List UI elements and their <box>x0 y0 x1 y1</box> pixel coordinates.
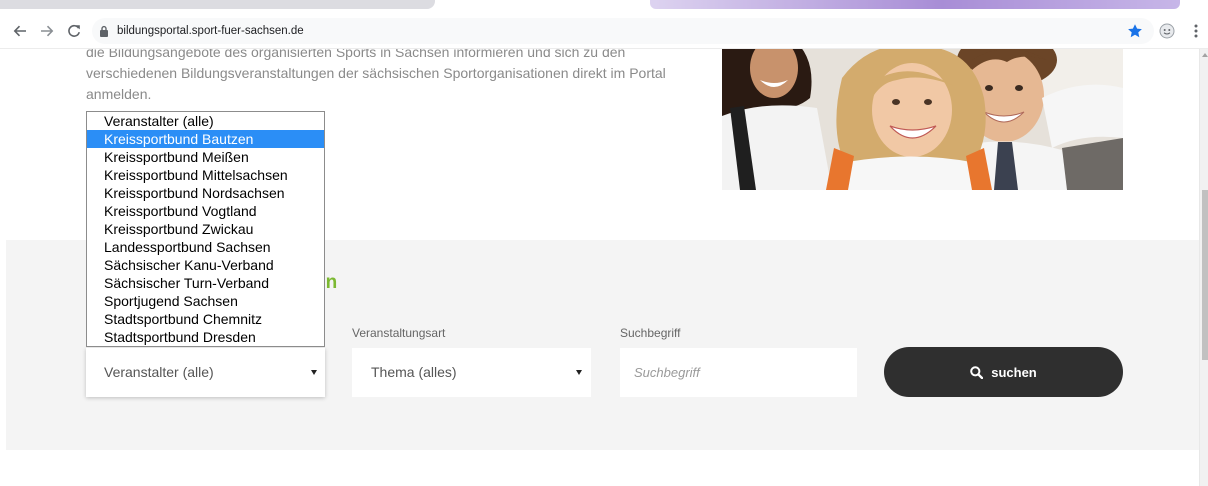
url-text[interactable]: bildungsportal.sport-fuer-sachsen.de <box>117 18 304 44</box>
more-vert-icon <box>1194 24 1198 38</box>
dropdown-option[interactable]: Stadtsportbund Chemnitz <box>87 310 324 328</box>
dropdown-option[interactable]: Kreissportbund Vogtland <box>87 202 324 220</box>
search-button[interactable]: suchen <box>884 347 1123 397</box>
extension-button[interactable] <box>1155 19 1179 43</box>
browser-toolbar: bildungsportal.sport-fuer-sachsen.de <box>0 14 1208 49</box>
page-scrollbar[interactable] <box>1199 49 1208 486</box>
chevron-down-icon <box>311 370 317 375</box>
event-type-select[interactable]: Thema (alles) <box>352 348 591 397</box>
chevron-down-icon <box>576 370 582 375</box>
dropdown-option[interactable]: Sportjugend Sachsen <box>87 292 324 310</box>
organizer-select-value: Veranstalter (alle) <box>104 364 214 380</box>
search-icon <box>970 365 984 379</box>
scrollbar-thumb[interactable] <box>1202 190 1208 360</box>
organizer-select[interactable]: Veranstalter (alle) <box>86 348 325 397</box>
scroll-up-icon[interactable] <box>1202 53 1208 57</box>
dropdown-option[interactable]: Kreissportbund Zwickau <box>87 220 324 238</box>
search-term-label: Suchbegriff <box>620 326 681 340</box>
search-button-label: suchen <box>991 364 1037 380</box>
menu-button[interactable] <box>1184 19 1208 43</box>
dropdown-option[interactable]: Kreissportbund Nordsachsen <box>87 184 324 202</box>
tab-strip <box>0 0 1208 14</box>
browser-tab[interactable] <box>650 0 1180 9</box>
arrow-left-icon <box>13 25 26 37</box>
browser-tab[interactable] <box>0 0 435 9</box>
organizer-dropdown-list[interactable]: Veranstalter (alle) Kreissportbund Bautz… <box>86 111 325 347</box>
intro-paragraph: die Bildungsangebote des organisierten S… <box>86 42 666 105</box>
address-bar[interactable]: bildungsportal.sport-fuer-sachsen.de <box>92 18 1154 44</box>
star-icon[interactable] <box>1127 23 1143 39</box>
dropdown-option[interactable]: Sächsischer Turn-Verband <box>87 274 324 292</box>
students-photo <box>722 38 1123 190</box>
event-type-label: Veranstaltungsart <box>352 326 446 340</box>
event-type-select-value: Thema (alles) <box>371 364 457 380</box>
back-button[interactable] <box>8 19 32 43</box>
dropdown-option[interactable]: Kreissportbund Meißen <box>87 148 324 166</box>
dropdown-option[interactable]: Kreissportbund Bautzen <box>87 130 324 148</box>
intro-line: anmelden. <box>86 86 152 102</box>
forward-button[interactable] <box>35 19 59 43</box>
arrow-right-icon <box>41 25 54 37</box>
reload-button[interactable] <box>62 19 86 43</box>
lock-icon[interactable] <box>99 25 109 37</box>
extension-icon <box>1159 23 1175 39</box>
dropdown-option[interactable]: Sächsischer Kanu-Verband <box>87 256 324 274</box>
dropdown-option[interactable]: Kreissportbund Mittelsachsen <box>87 166 324 184</box>
reload-icon <box>68 24 80 37</box>
intro-line: verschiedenen Bildungsveranstaltungen de… <box>86 65 666 81</box>
dropdown-option[interactable]: Landessportbund Sachsen <box>87 238 324 256</box>
dropdown-option[interactable]: Stadtsportbund Dresden <box>87 328 324 346</box>
dropdown-option[interactable]: Veranstalter (alle) <box>87 112 324 130</box>
search-input[interactable] <box>620 348 857 397</box>
